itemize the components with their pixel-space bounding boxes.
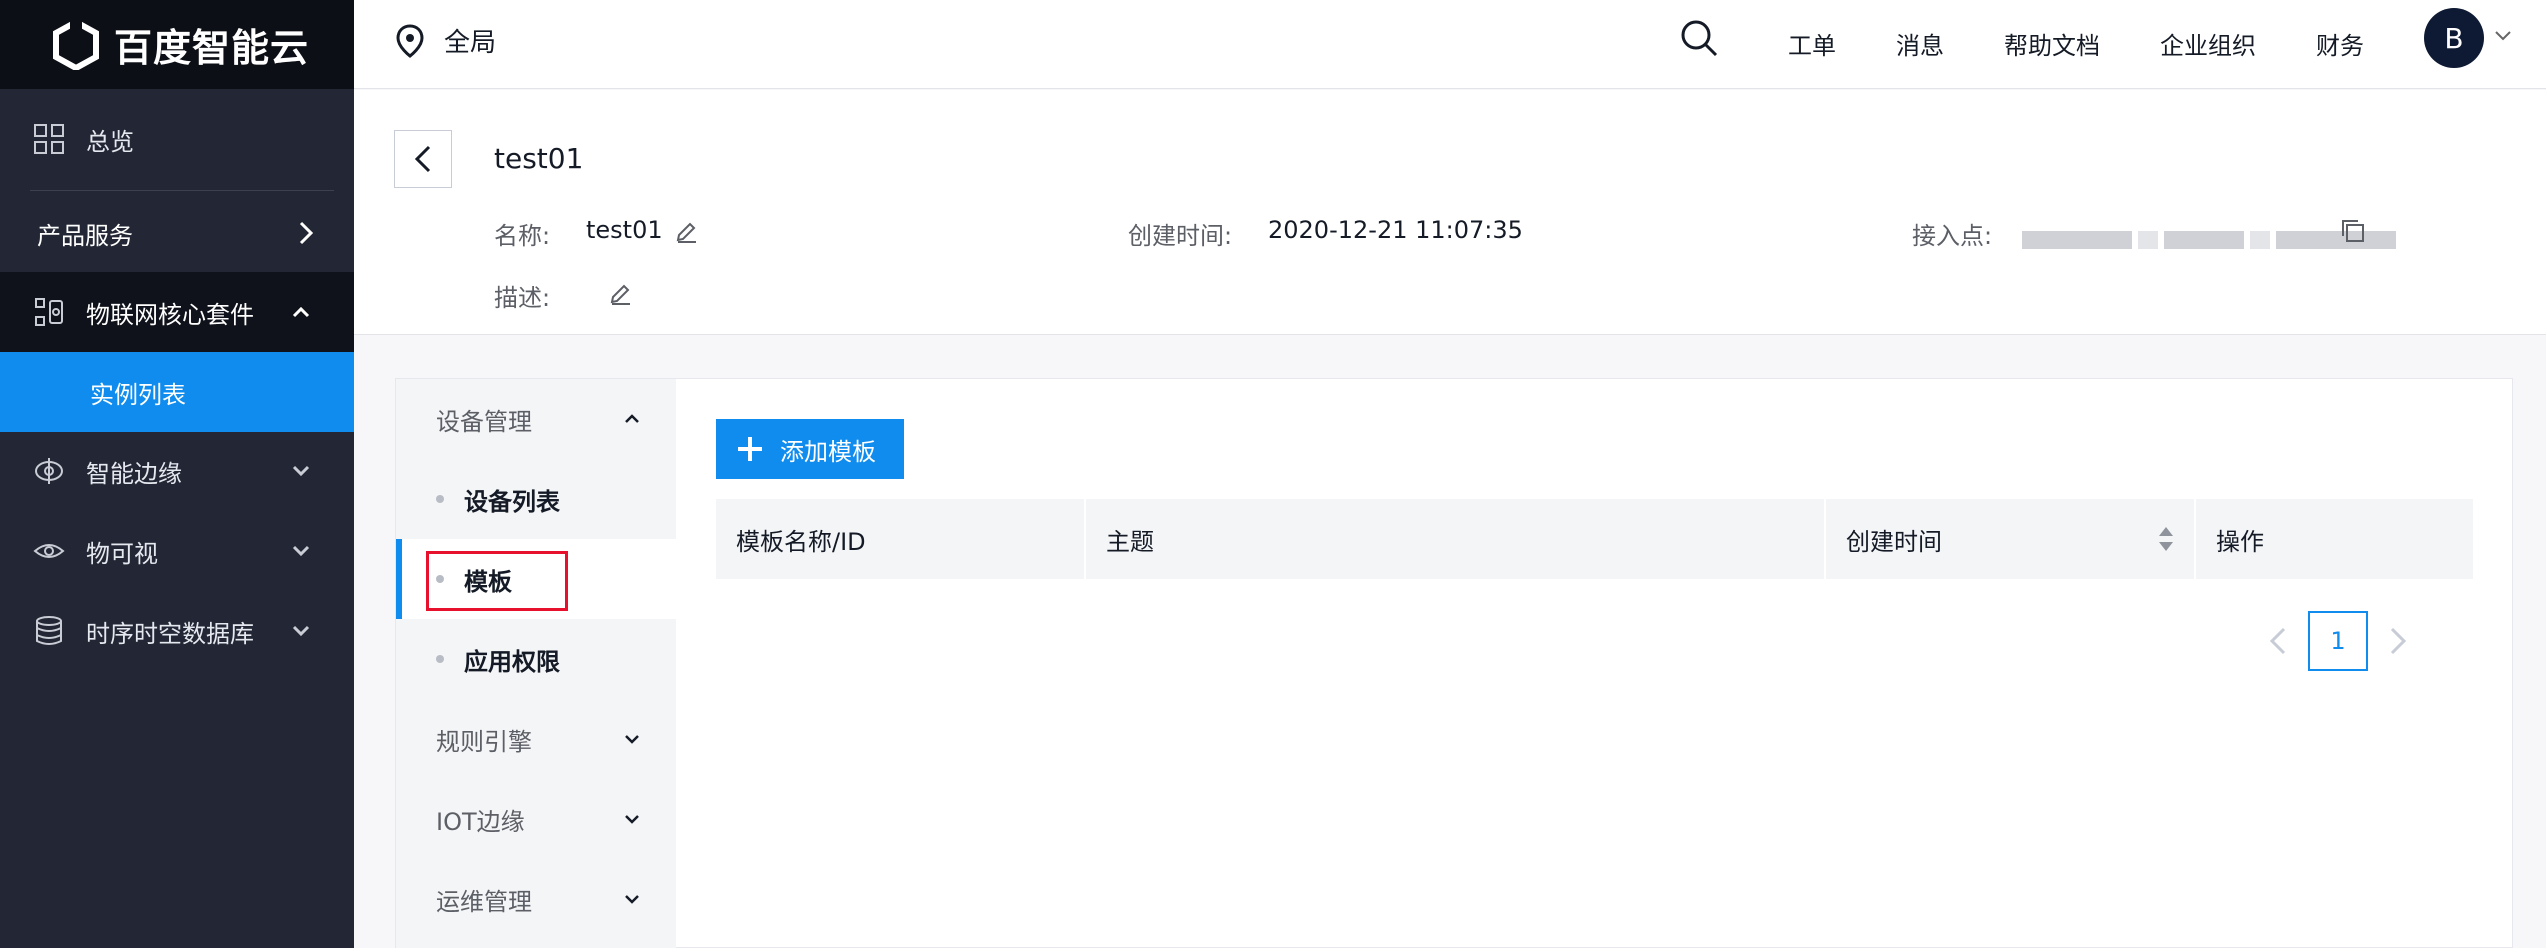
region-label: 全局 <box>444 28 497 58</box>
region-selector[interactable]: 全局 <box>396 22 496 59</box>
column-header-created-time[interactable]: 创建时间 <box>1826 499 2196 579</box>
eye-icon <box>33 544 65 558</box>
grid-icon <box>34 124 64 154</box>
subnav-group-rule-engine[interactable]: 规则引擎 <box>396 699 676 779</box>
top-header: 全局 工单 消息 帮助文档 企业组织 财务 B <box>354 0 2546 89</box>
column-header-name: 模板名称/ID <box>716 499 1086 579</box>
database-icon <box>36 616 62 645</box>
bullet <box>436 655 444 663</box>
template-table-header: 模板名称/ID 主题 创建时间 操作 <box>716 499 2473 579</box>
sidebar-item-label: 时序时空数据库 <box>86 619 254 648</box>
sidebar-item-label: 产品服务 <box>37 221 133 250</box>
column-header-actions: 操作 <box>2196 499 2473 579</box>
subnav-group-label: IOT边缘 <box>436 807 525 836</box>
sidebar-item-label: 实例列表 <box>90 380 186 409</box>
plus-icon <box>738 437 762 461</box>
column-header-label: 操作 <box>2216 527 2264 556</box>
edge-icon <box>35 458 63 484</box>
sidebar-item-edge[interactable]: 智能边缘 <box>0 431 354 511</box>
baidu-cloud-logo-icon <box>53 19 99 70</box>
chevron-up-icon <box>292 306 310 318</box>
name-label: 名称: <box>494 222 551 250</box>
iot-nodes-icon <box>35 298 63 326</box>
description-label: 描述: <box>494 284 551 312</box>
header-link-docs[interactable]: 帮助文档 <box>2004 26 2100 61</box>
sidebar-item-instance-list[interactable]: 实例列表 <box>0 352 354 432</box>
sidebar-item-iot-core[interactable]: 物联网核心套件 <box>0 272 354 352</box>
instance-detail-header: test01 名称: test01 创建时间: 2020-12-21 11:07… <box>354 90 2546 335</box>
logo[interactable]: 百度智能云 <box>0 0 354 89</box>
subnav-group-label: 规则引擎 <box>436 727 532 756</box>
header-link-ticket[interactable]: 工单 <box>1788 26 1836 61</box>
column-header-topic: 主题 <box>1086 499 1826 579</box>
active-indicator <box>396 539 402 619</box>
chevron-left-icon <box>414 145 431 173</box>
chevron-right-icon <box>299 221 314 245</box>
highlight-box <box>426 551 568 611</box>
subnav-group-iot-edge[interactable]: IOT边缘 <box>396 779 676 859</box>
header-link-finance[interactable]: 财务 <box>2316 26 2364 61</box>
chevron-down-icon <box>625 815 639 824</box>
chevron-down-icon <box>292 625 310 637</box>
copy-icon[interactable] <box>2340 218 2366 244</box>
chevron-down-icon <box>625 895 639 904</box>
sidebar-item-visual[interactable]: 物可视 <box>0 511 354 591</box>
subnav-group-device-mgmt[interactable]: 设备管理 <box>396 379 676 459</box>
name-value: test01 <box>586 216 663 244</box>
sidebar-divider <box>30 190 334 191</box>
template-content: 添加模板 模板名称/ID 主题 创建时间 操作 1 <box>676 379 2514 948</box>
page-number-current[interactable]: 1 <box>2308 611 2368 671</box>
add-template-button[interactable]: 添加模板 <box>716 419 904 479</box>
sidebar: 百度智能云 总览 产品服务 物联网核心套件 实例列表 智能边缘 物可视 时序时空… <box>0 0 354 948</box>
column-header-label: 创建时间 <box>1846 527 1942 556</box>
page-title: test01 <box>494 142 584 175</box>
bullet <box>436 495 444 503</box>
subnav-item-device-list[interactable]: 设备列表 <box>396 459 676 539</box>
created-time-value: 2020-12-21 11:07:35 <box>1268 216 1523 244</box>
sidebar-item-overview[interactable]: 总览 <box>0 99 354 179</box>
subnav-item-app-permission[interactable]: 应用权限 <box>396 619 676 699</box>
prev-page-icon[interactable] <box>2268 611 2288 671</box>
edit-icon[interactable] <box>608 282 632 306</box>
chevron-up-icon <box>625 414 639 423</box>
main-panel: 设备管理 设备列表 模板 应用权限 规则引擎 IOT边缘 运维管理 添加模板 模… <box>395 378 2513 948</box>
avatar[interactable]: B <box>2424 8 2484 68</box>
sidebar-item-label: 智能边缘 <box>86 459 182 488</box>
next-page-icon[interactable] <box>2388 611 2408 671</box>
subnav-group-ops-mgmt[interactable]: 运维管理 <box>396 859 676 939</box>
search-icon[interactable] <box>1679 18 1719 58</box>
header-link-organization[interactable]: 企业组织 <box>2160 26 2256 61</box>
sidebar-item-label: 总览 <box>86 127 134 156</box>
column-header-label: 主题 <box>1106 527 1154 556</box>
subnav-group-label: 设备管理 <box>436 407 532 436</box>
subnav-item-label: 应用权限 <box>464 647 560 676</box>
subnav-item-template[interactable]: 模板 <box>396 539 676 619</box>
column-header-label: 模板名称/ID <box>736 527 866 556</box>
logo-text: 百度智能云 <box>114 26 310 70</box>
location-pin-icon <box>396 23 424 58</box>
created-time-label: 创建时间: <box>1128 222 1233 250</box>
add-template-label: 添加模板 <box>780 438 876 466</box>
chevron-down-icon <box>292 465 310 477</box>
chevron-down-icon[interactable] <box>2494 30 2512 42</box>
back-button[interactable] <box>394 130 452 188</box>
subnav-group-label: 运维管理 <box>436 887 532 916</box>
header-link-messages[interactable]: 消息 <box>1896 26 1944 61</box>
edit-icon[interactable] <box>674 220 698 244</box>
sort-icon[interactable] <box>2158 525 2174 553</box>
sidebar-item-products[interactable]: 产品服务 <box>0 195 354 271</box>
sidebar-item-tsdb[interactable]: 时序时空数据库 <box>0 591 354 671</box>
endpoint-label: 接入点: <box>1912 222 1993 250</box>
chevron-down-icon <box>625 735 639 744</box>
sidebar-item-label: 物联网核心套件 <box>86 300 254 329</box>
sidebar-item-label: 物可视 <box>86 539 158 568</box>
subnav-item-label: 设备列表 <box>464 487 560 516</box>
chevron-down-icon <box>292 545 310 557</box>
secondary-nav: 设备管理 设备列表 模板 应用权限 规则引擎 IOT边缘 运维管理 <box>396 379 676 948</box>
